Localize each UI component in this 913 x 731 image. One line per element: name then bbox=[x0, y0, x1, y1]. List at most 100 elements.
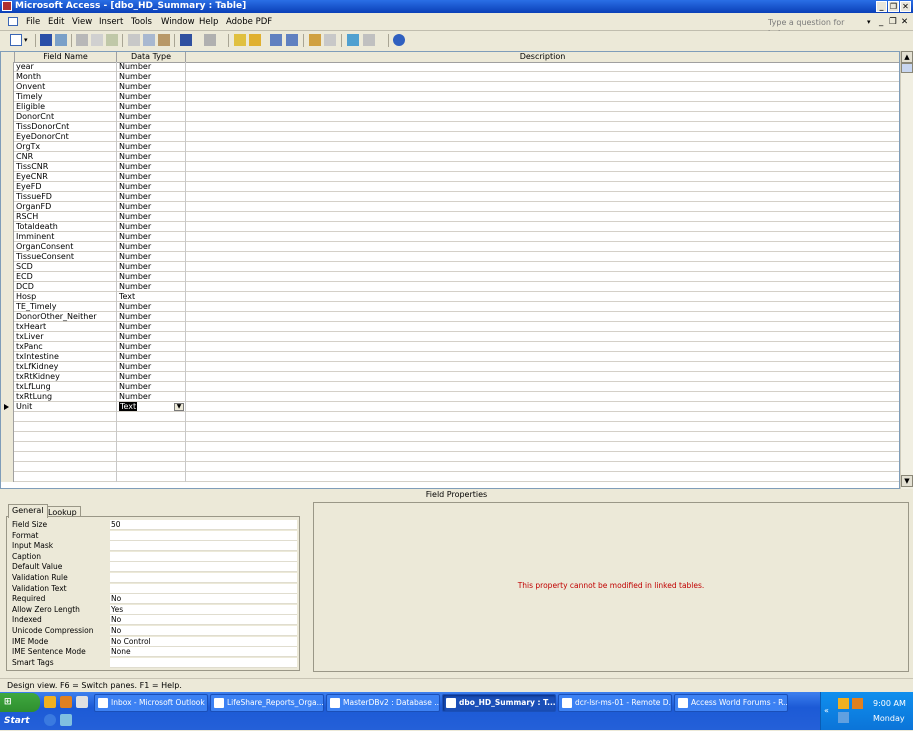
new-object-icon[interactable] bbox=[363, 34, 375, 46]
description-cell[interactable] bbox=[186, 432, 899, 442]
menu-insert[interactable]: Insert bbox=[99, 16, 123, 28]
row-selector[interactable] bbox=[1, 112, 14, 122]
row-selector[interactable] bbox=[1, 122, 14, 132]
property-value-field[interactable]: 50 bbox=[110, 520, 297, 530]
build-icon[interactable] bbox=[324, 34, 336, 46]
row-selector[interactable] bbox=[1, 382, 14, 392]
scroll-up-button[interactable]: ▲ bbox=[901, 51, 913, 63]
field-name-cell[interactable]: SCD bbox=[15, 262, 117, 272]
indexes-icon[interactable] bbox=[249, 34, 261, 46]
description-cell[interactable] bbox=[186, 302, 899, 312]
field-name-cell[interactable]: Timely bbox=[15, 92, 117, 102]
row-selector[interactable] bbox=[1, 342, 14, 352]
data-type-cell[interactable]: Number bbox=[117, 382, 186, 392]
field-name-cell[interactable]: TissueConsent bbox=[15, 252, 117, 262]
scroll-thumb[interactable] bbox=[901, 63, 913, 73]
field-name-cell[interactable]: DonorOther_Neither bbox=[15, 312, 117, 322]
ie-quicklaunch-icon[interactable] bbox=[44, 714, 56, 726]
data-type-cell[interactable]: Number bbox=[117, 102, 186, 112]
taskbar-task-button[interactable]: MasterDBv2 : Database ... bbox=[326, 694, 440, 712]
description-cell[interactable] bbox=[186, 262, 899, 272]
description-cell[interactable] bbox=[186, 72, 899, 82]
row-selector[interactable] bbox=[1, 102, 14, 112]
description-cell[interactable] bbox=[186, 272, 899, 282]
description-cell[interactable] bbox=[186, 212, 899, 222]
field-name-cell[interactable]: TissDonorCnt bbox=[15, 122, 117, 132]
table-row[interactable] bbox=[1, 442, 899, 452]
description-cell[interactable] bbox=[186, 182, 899, 192]
data-type-cell[interactable] bbox=[117, 442, 186, 452]
data-type-cell[interactable]: Number bbox=[117, 172, 186, 182]
field-name-cell[interactable]: txLfKidney bbox=[15, 362, 117, 372]
field-name-cell[interactable]: Eligible bbox=[15, 102, 117, 112]
field-name-cell[interactable]: txPanc bbox=[15, 342, 117, 352]
tab-general[interactable]: General bbox=[8, 504, 48, 518]
row-selector[interactable] bbox=[1, 142, 14, 152]
table-row[interactable]: OrganFD Number bbox=[1, 202, 899, 212]
data-type-cell[interactable]: Number bbox=[117, 92, 186, 102]
paste-icon[interactable] bbox=[158, 34, 170, 46]
field-name-cell[interactable]: OrganFD bbox=[15, 202, 117, 212]
doc-minimize-button[interactable]: _ bbox=[879, 16, 883, 28]
description-cell[interactable] bbox=[186, 312, 899, 322]
data-type-cell[interactable]: Number bbox=[117, 62, 186, 72]
title-bar[interactable]: Microsoft Access - [dbo_HD_Summary : Tab… bbox=[0, 0, 913, 13]
data-type-cell[interactable]: Text bbox=[117, 292, 186, 302]
description-cell[interactable] bbox=[186, 112, 899, 122]
row-selector[interactable] bbox=[1, 402, 14, 412]
data-type-cell[interactable]: Number bbox=[117, 142, 186, 152]
data-type-cell[interactable]: Number bbox=[117, 322, 186, 332]
table-row[interactable]: EyeDonorCnt Number bbox=[1, 132, 899, 142]
description-cell[interactable] bbox=[186, 102, 899, 112]
redo-icon[interactable] bbox=[204, 34, 216, 46]
field-name-cell[interactable]: DonorCnt bbox=[15, 112, 117, 122]
row-selector[interactable] bbox=[1, 442, 14, 452]
property-value-field[interactable]: No Control bbox=[110, 636, 297, 647]
header-data-type[interactable]: Data Type bbox=[117, 52, 186, 62]
table-row[interactable]: txIntestine Number bbox=[1, 352, 899, 362]
description-cell[interactable] bbox=[186, 252, 899, 262]
description-cell[interactable] bbox=[186, 382, 899, 392]
tray-network-icon[interactable] bbox=[838, 712, 849, 723]
table-row[interactable]: OrganConsent Number bbox=[1, 242, 899, 252]
save-icon[interactable] bbox=[40, 34, 52, 46]
property-value-field[interactable]: Yes bbox=[110, 604, 297, 615]
description-cell[interactable] bbox=[186, 292, 899, 302]
table-row[interactable]: Month Number bbox=[1, 72, 899, 82]
row-selector[interactable] bbox=[1, 362, 14, 372]
field-name-cell[interactable]: txLiver bbox=[15, 332, 117, 342]
menu-file[interactable]: File bbox=[26, 16, 40, 28]
description-cell[interactable] bbox=[186, 322, 899, 332]
table-row[interactable]: OrgTx Number bbox=[1, 142, 899, 152]
doc-close-button[interactable]: ✕ bbox=[901, 16, 908, 28]
row-selector[interactable] bbox=[1, 252, 14, 262]
table-row[interactable]: txRtLung Number bbox=[1, 392, 899, 402]
spelling-icon[interactable] bbox=[106, 34, 118, 46]
table-row[interactable] bbox=[1, 432, 899, 442]
field-name-cell[interactable]: OrgTx bbox=[15, 142, 117, 152]
field-name-cell[interactable]: txHeart bbox=[15, 322, 117, 332]
property-value-field[interactable] bbox=[110, 541, 297, 552]
field-name-cell[interactable] bbox=[15, 442, 117, 452]
table-row[interactable]: Eligible Number bbox=[1, 102, 899, 112]
field-name-cell[interactable] bbox=[15, 412, 117, 422]
description-cell[interactable] bbox=[186, 352, 899, 362]
description-cell[interactable] bbox=[186, 472, 899, 482]
description-cell[interactable] bbox=[186, 442, 899, 452]
table-row[interactable]: DonorCnt Number bbox=[1, 112, 899, 122]
property-value-field[interactable] bbox=[110, 530, 297, 541]
field-name-cell[interactable]: DCD bbox=[15, 282, 117, 292]
table-row[interactable]: TE_Timely Number bbox=[1, 302, 899, 312]
undo-icon[interactable] bbox=[180, 34, 192, 46]
row-selector[interactable] bbox=[1, 472, 14, 482]
field-name-cell[interactable] bbox=[15, 452, 117, 462]
description-cell[interactable] bbox=[186, 202, 899, 212]
row-selector[interactable] bbox=[1, 132, 14, 142]
help-dropdown-icon[interactable]: ▾ bbox=[867, 16, 871, 28]
description-cell[interactable] bbox=[186, 232, 899, 242]
row-selector[interactable] bbox=[1, 322, 14, 332]
description-cell[interactable] bbox=[186, 172, 899, 182]
table-row[interactable] bbox=[1, 452, 899, 462]
row-selector[interactable] bbox=[1, 92, 14, 102]
insert-rows-icon[interactable] bbox=[270, 34, 282, 46]
